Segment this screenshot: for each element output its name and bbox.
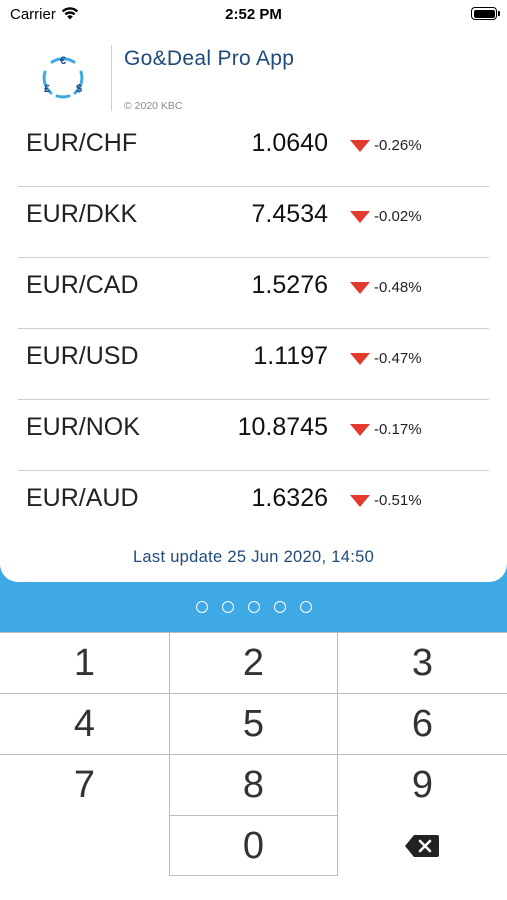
key-9[interactable]: 9 xyxy=(338,754,507,815)
app-header: € £ $ Go&Deal Pro App © 2020 KBC xyxy=(0,40,507,115)
down-arrow-icon xyxy=(350,211,370,223)
down-arrow-icon xyxy=(350,353,370,365)
rate-change: -0.26% xyxy=(374,137,422,154)
rate-change: -0.47% xyxy=(374,350,422,367)
currency-exchange-logo-icon: € £ $ xyxy=(42,55,84,99)
rate-row-eur-dkk[interactable]: EUR/DKK 7.4534 -0.02% xyxy=(18,186,489,258)
key-6[interactable]: 6 xyxy=(338,693,507,754)
rates-card: EUR/CHF 1.0640 -0.26% EUR/DKK 7.4534 -0.… xyxy=(0,115,507,582)
status-bar: Carrier 2:52 PM xyxy=(0,0,507,28)
rate-row-eur-aud[interactable]: EUR/AUD 1.6326 -0.51% xyxy=(18,470,489,541)
currency-pair: EUR/CHF xyxy=(26,129,138,157)
pin-dot xyxy=(273,600,286,613)
svg-text:£: £ xyxy=(44,83,50,95)
currency-pair: EUR/DKK xyxy=(26,200,138,228)
battery-icon xyxy=(471,7,500,20)
pin-dot xyxy=(195,600,208,613)
rate-value: 1.0640 xyxy=(251,129,328,157)
rate-change: -0.17% xyxy=(374,421,422,438)
svg-text:€: € xyxy=(60,55,66,67)
down-arrow-icon xyxy=(350,282,370,294)
rate-row-eur-usd[interactable]: EUR/USD 1.1197 -0.47% xyxy=(18,328,489,400)
rate-row-eur-cad[interactable]: EUR/CAD 1.5276 -0.48% xyxy=(18,257,489,329)
key-8[interactable]: 8 xyxy=(169,754,338,815)
key-3[interactable]: 3 xyxy=(338,632,507,693)
rate-change: -0.48% xyxy=(374,279,422,296)
last-update-text: Last update 25 Jun 2020, 14:50 xyxy=(132,548,375,566)
rate-value: 7.4534 xyxy=(251,200,328,228)
down-arrow-icon xyxy=(350,424,370,436)
currency-pair: EUR/AUD xyxy=(26,484,139,512)
key-1[interactable]: 1 xyxy=(0,632,169,693)
rate-value: 10.8745 xyxy=(237,413,328,441)
rate-value: 1.5276 xyxy=(251,271,328,299)
copyright-text: © 2020 KBC xyxy=(124,100,183,112)
pin-dot xyxy=(221,600,234,613)
key-4[interactable]: 4 xyxy=(0,693,169,754)
key-empty xyxy=(0,815,169,876)
rate-value: 1.6326 xyxy=(251,484,328,512)
key-2[interactable]: 2 xyxy=(169,632,338,693)
header-divider xyxy=(111,45,112,111)
currency-pair: EUR/NOK xyxy=(26,413,140,441)
rate-row-eur-nok[interactable]: EUR/NOK 10.8745 -0.17% xyxy=(18,399,489,471)
rate-change: -0.02% xyxy=(374,208,422,225)
backspace-icon xyxy=(405,835,439,857)
pin-indicator xyxy=(0,598,507,616)
key-5[interactable]: 5 xyxy=(169,693,338,754)
key-7[interactable]: 7 xyxy=(0,754,169,815)
key-0[interactable]: 0 xyxy=(169,815,338,876)
rate-change: -0.51% xyxy=(374,492,422,509)
down-arrow-icon xyxy=(350,140,370,152)
numeric-keypad: 1 2 3 4 5 6 7 8 9 0 xyxy=(0,632,507,900)
down-arrow-icon xyxy=(350,495,370,507)
status-time: 2:52 PM xyxy=(225,6,282,23)
pin-dot xyxy=(247,600,260,613)
svg-text:$: $ xyxy=(76,83,82,95)
rate-row-eur-chf[interactable]: EUR/CHF 1.0640 -0.26% xyxy=(18,115,489,187)
app-title: Go&Deal Pro App xyxy=(124,47,295,70)
currency-pair: EUR/USD xyxy=(26,342,139,370)
pin-dot xyxy=(299,600,312,613)
currency-pair: EUR/CAD xyxy=(26,271,139,299)
backspace-button[interactable] xyxy=(338,815,507,876)
rate-value: 1.1197 xyxy=(253,342,328,370)
